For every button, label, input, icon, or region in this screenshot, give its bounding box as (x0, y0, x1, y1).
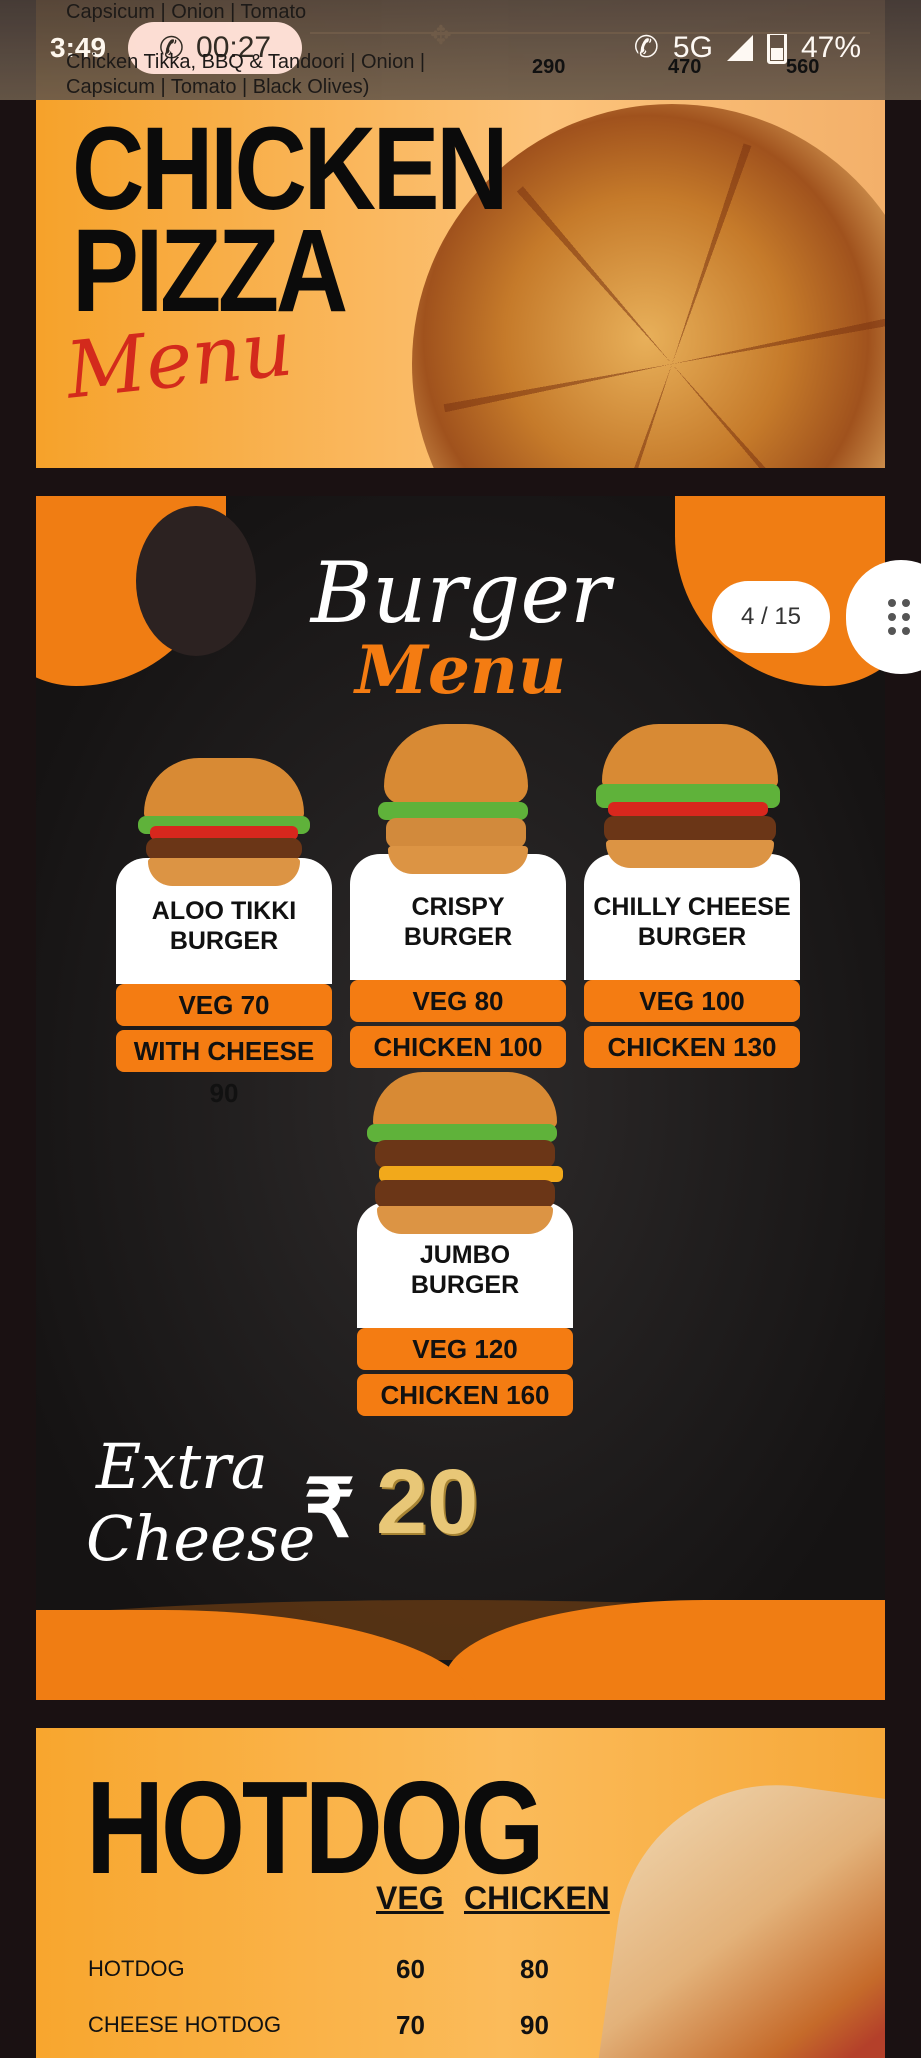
price-pill: VEG 80 (350, 980, 566, 1022)
hotdog-item-name: HOTDOG (88, 1956, 185, 1981)
extra-cheese-label: Extra Cheese (86, 1431, 315, 1575)
burger-image (367, 1072, 563, 1234)
price-pill: VEG 70 (116, 984, 332, 1026)
ghost-price: 470 (668, 56, 702, 78)
previous-page-text: Capsicum | Onion | Tomato Chicken Tikka,… (66, 0, 466, 100)
burger-card: JUMBO BURGER VEG 120 CHICKEN 160 (357, 1072, 573, 1416)
menu-page-hotdog[interactable]: HOTDOG VEG CHICKEN HOTDOG 60 80 CHEESE H… (36, 1728, 885, 2058)
price-pill: VEG 120 (357, 1328, 573, 1370)
burger-name-line1: ALOO TIKKI (151, 897, 297, 925)
signal-icon (726, 34, 753, 61)
ghost-price: 560 (786, 56, 820, 78)
price-pill: CHICKEN 160 (357, 1374, 573, 1416)
column-veg: VEG (376, 1880, 444, 1916)
burger-name-line1: CHILLY CHEESE (593, 893, 791, 921)
ornament-icon: ✥ (430, 20, 452, 50)
price-pill: WITH CHEESE 90 (116, 1030, 332, 1108)
wifi-call-icon: ✆ (633, 31, 659, 64)
pizza-title: CHICKEN PIZZA (72, 110, 509, 337)
hotdog-item-name: CHEESE HOTDOG (88, 2012, 282, 2037)
extra-line1: Extra (96, 1430, 268, 1503)
burger-name-line1: JUMBO (419, 1241, 511, 1269)
burger-name-line2: BURGER (403, 923, 513, 951)
ghost-price: 290 (532, 56, 566, 78)
price-pill: VEG 100 (584, 980, 800, 1022)
battery-icon (766, 31, 787, 64)
hotdog-chicken-price: 90 (520, 2010, 549, 2040)
price-pill: CHICKEN 100 (350, 1026, 566, 1068)
burger-image (138, 758, 310, 888)
burger-card: ALOO TIKKI BURGER VEG 70 WITH CHEESE 90 (116, 758, 332, 1108)
price-pill: CHICKEN 130 (584, 1026, 800, 1068)
burger-card: CRISPY BURGER VEG 80 CHICKEN 100 (350, 724, 566, 1068)
ghost-line-2: Chicken Tikka, BBQ & Tandoori | Onion | (66, 51, 426, 73)
hotdog-veg-price: 70 (396, 2010, 425, 2040)
pizza-title-line2: PIZZA (72, 205, 348, 337)
hotdog-veg-price: 60 (396, 1954, 425, 1984)
burger-image (378, 724, 528, 874)
rupee-icon: ₹ (304, 1464, 355, 1553)
ghost-line-3: Capsicum | Tomato | Black Olives) (66, 76, 370, 98)
menu-page-burger[interactable]: Burger Menu ALOO TIKKI BURGER VEG 70 WIT… (36, 496, 885, 1700)
burger-name-line2: BURGER (169, 927, 279, 955)
extra-line2: Cheese (86, 1502, 316, 1575)
hotdog-chicken-price: 80 (520, 1954, 549, 1984)
extra-cheese-price: 20 (376, 1451, 479, 1553)
column-chicken: CHICKEN (464, 1880, 610, 1916)
burger-image (596, 724, 782, 874)
hotdog-image (595, 1764, 885, 2058)
page-indicator: 4 / 15 (712, 581, 830, 653)
burger-card: CHILLY CHEESE BURGER VEG 100 CHICKEN 130 (584, 724, 800, 1068)
burger-name-line2: BURGER (637, 923, 747, 951)
drag-handle-icon (888, 599, 910, 635)
burger-name-line2: BURGER (410, 1271, 520, 1299)
ghost-divider (310, 32, 870, 34)
burger-name-line1: CRISPY (411, 893, 505, 921)
ghost-line-1: Capsicum | Onion | Tomato (66, 1, 307, 23)
